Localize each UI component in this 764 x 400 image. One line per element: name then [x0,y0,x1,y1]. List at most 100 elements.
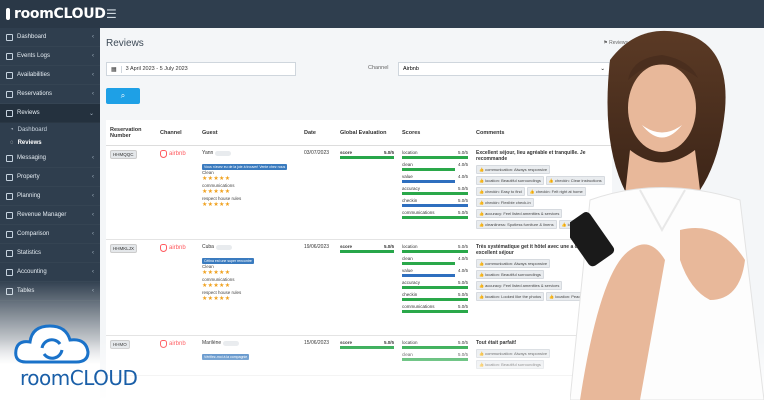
score-row: value 4.0/5 [402,174,468,179]
gauge-icon [6,33,13,41]
global-score-max: /5 [390,244,394,249]
score-label: accuracy [402,280,421,285]
hero-brand-name: roomCLOUD [20,366,138,390]
column-header[interactable]: Date [300,130,336,136]
sidebar-subitem-dashboard[interactable]: ◔ Dashboard [0,123,100,136]
menu-toggle-icon[interactable]: ☰ [106,7,117,21]
score-row: accuracy 5.0/5 [402,186,468,191]
score-item: accuracy 5.0/5 [402,280,468,289]
sidebar-item-property[interactable]: Property ‹ [0,168,100,187]
chevron-left-icon: ‹ [92,250,94,256]
column-header[interactable]: Global Evaluation [336,130,398,136]
global-score-bar [340,156,394,159]
chevron-left-icon: ‹ [92,231,94,237]
comment-tag-text: checkin: Easy to find [485,189,522,194]
sidebar-item-content: Dashboard [6,33,46,41]
score-value-wrap: 5.0/5 [458,244,468,249]
score-label: clean [402,162,413,167]
table-header: Reservation Number Channel Guest Date Global… [106,120,612,146]
sidebar-item-content: Availabilities [6,71,50,79]
planning-icon [6,192,13,200]
star-rating: ★★★★★ [202,202,231,208]
sidebar-item-statistics[interactable]: Statistics ‹ [0,244,100,263]
score-row: checkin 5.0/5 [402,292,468,297]
woman-with-phone-photo [570,30,764,400]
score-item: accuracy 5.0/5 [402,186,468,195]
channel-name: airbnb [169,151,186,157]
score-item: clean 4.0/5 [402,256,468,265]
comment-tag-text: checkin: Flexible check-in [485,200,531,205]
guest-review-tag: Vous n'avez eu de la joie à trouver! Ven… [202,164,288,170]
sidebar-item-label: Availabilities [17,72,50,78]
date-range-input[interactable]: ▦ 3 April 2023 - 5 July 2023 [106,62,296,76]
score-item: communications 5.0/5 [402,304,468,313]
chevron-left-icon: ‹ [92,193,94,199]
column-header[interactable]: Reservation Number [106,127,156,139]
score-value-wrap: 5.0/5 [458,186,468,191]
stats-icon [6,249,13,257]
column-header[interactable]: Channel [156,130,198,136]
score-max: /5 [464,304,468,309]
chevron-left-icon: ‹ [92,174,94,180]
channel-value: Airbnb [403,66,419,72]
sidebar-subitem-label: Reviews [17,139,42,146]
score-label: checkin [402,292,418,297]
score-max: /5 [464,186,468,191]
reservation-cell: HHMQQC [106,146,156,239]
sidebar-item-label: Reservations [17,91,53,97]
chevron-left-icon: ‹ [92,212,94,218]
reservation-number[interactable]: HHMQQC [110,150,137,159]
date-range-value: 3 April 2023 - 5 July 2023 [125,66,188,72]
sidebar-item-dashboard[interactable]: Dashboard ‹ [0,28,100,47]
sidebar-item-label: Revenue Manager [17,212,67,218]
column-header[interactable]: Guest [198,130,300,136]
sidebar-item-reviews[interactable]: Reviews ⌄ [0,104,100,123]
comment-tag: 👍 checkin: Easy to find [476,187,525,196]
sidebar-item-comparison[interactable]: Comparison ‹ [0,225,100,244]
global-score: score 5.0/5 [340,244,394,249]
score-value-wrap: 5.0/5 [458,292,468,297]
review-date: 19/06/2023 [304,244,330,250]
brand-logo[interactable]: roomCLOUD [0,0,106,28]
table-row[interactable]: HHMQQC airbnb Yann Vous n'avez eu de la joi… [106,146,612,240]
sidebar-item-messaging[interactable]: Messaging ‹ [0,149,100,168]
table-row[interactable]: HHMKLJX airbnb Cuba Célina est une super re… [106,240,612,336]
score-value-wrap: 5.0/5 [458,304,468,309]
star-rating: ★★★★★ [202,189,231,195]
sidebar-item-reservations[interactable]: Reservations ‹ [0,85,100,104]
search-button[interactable]: ⌕ [106,88,140,104]
score-max: /5 [464,256,468,261]
score-label: location [402,150,418,155]
reservation-number[interactable]: HHMKLJX [110,244,138,253]
comment-tag-text: cleanliness: Spotless furniture & linens [485,222,554,227]
comment-tag: 👍 location: Beautiful surroundings [476,270,544,279]
sidebar-item-revenue-manager[interactable]: Revenue Manager ‹ [0,206,100,225]
sidebar-item-label: Reviews [17,110,40,116]
sidebar-item-events-logs[interactable]: Events Logs ‹ [0,47,100,66]
score-max: /5 [464,268,468,273]
channel-label: Channel [368,65,389,71]
chevron-left-icon: ‹ [92,34,94,40]
airbnb-logo: airbnb [160,244,194,252]
sidebar-subitem-reviews[interactable]: ◌ Reviews [0,136,100,149]
score-row: location 5.0/5 [402,244,468,249]
score-max: /5 [464,162,468,167]
roomcloud-hero-logo: roomCLOUD [12,318,138,398]
guest-cell: Cuba Célina est une super rencontre Clean ★… [198,240,300,335]
sidebar-item-content: Accounting [6,268,47,276]
score-value-wrap: 4.0/5 [458,174,468,179]
score-bar [402,180,455,183]
column-header[interactable]: Scores [398,130,472,136]
sidebar-item-planning[interactable]: Planning ‹ [0,187,100,206]
comment-tag: 👍 checkin: Flexible check-in [476,198,534,207]
score-item: value 4.0/5 [402,174,468,183]
chat-icon [6,154,13,162]
score-row: clean 4.0/5 [402,256,468,261]
comment-tag: 👍 accuracy: Feel listed amenities & serv… [476,209,563,218]
sidebar-item-availabilities[interactable]: Availabilities ‹ [0,66,100,85]
score-bar [402,156,468,159]
comment-tag: 👍 communication: Always responsive [476,165,551,174]
score-label: clean [402,256,413,261]
score-value-wrap: 5.0/5 [458,198,468,203]
airbnb-logo: airbnb [160,150,194,158]
